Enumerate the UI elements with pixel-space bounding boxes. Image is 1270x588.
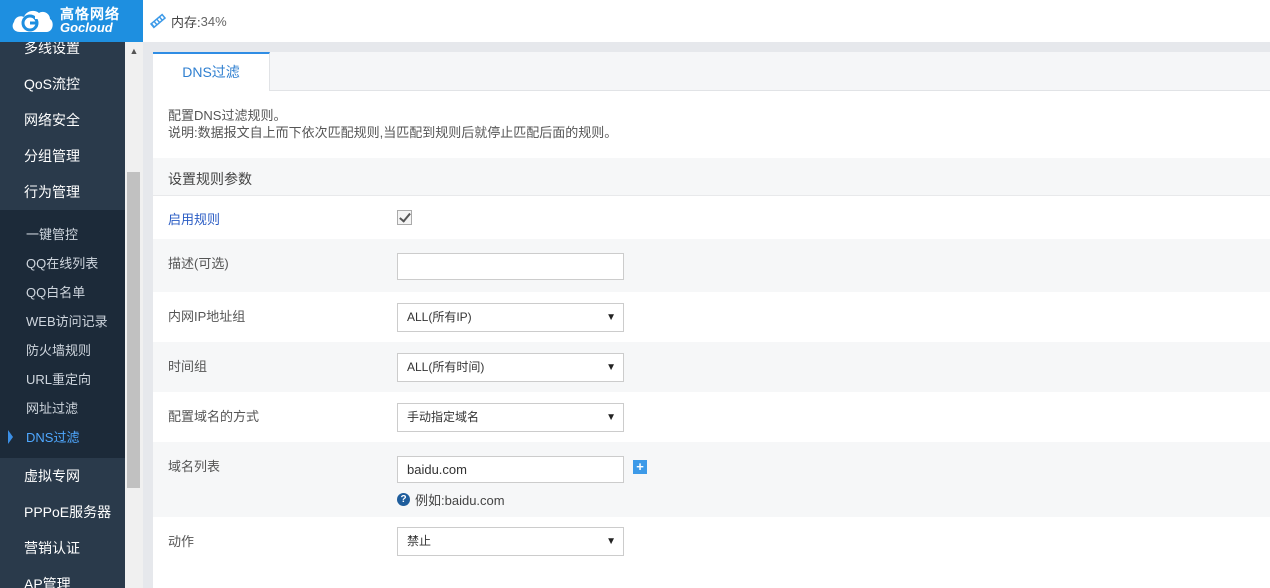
tab-dns-filter[interactable]: DNS过滤 (153, 52, 270, 91)
sidebar-subitem-url-filter[interactable]: 网址过滤 (0, 394, 125, 423)
sidebar-subitem-one-key-control[interactable]: 一键管控 (0, 220, 125, 249)
row-domain-mode: 配置域名的方式 手动指定域名 ▼ (153, 392, 1270, 442)
sidebar-subitem-firewall[interactable]: 防火墙规则 (0, 336, 125, 365)
content-panel: DNS过滤 配置DNS过滤规则。 说明:数据报文自上而下依次匹配规则,当匹配到规… (153, 52, 1270, 588)
section-header: 设置规则参数 (153, 158, 1270, 196)
ip-group-select[interactable]: ALL(所有IP) ▼ (397, 303, 624, 332)
sidebar-subitem-url-redirect[interactable]: URL重定向 (0, 365, 125, 394)
dropdown-arrow-icon: ▼ (606, 412, 616, 423)
tab-bar: DNS过滤 (153, 52, 1270, 91)
section-title: 设置规则参数 (168, 171, 252, 187)
intro-line-2: 说明:数据报文自上而下依次匹配规则,当匹配到规则后就停止匹配后面的规则。 (168, 125, 618, 140)
domain-hint: ? 例如:baidu.com (397, 490, 505, 509)
sidebar-item-qos[interactable]: QoS流控 (0, 66, 125, 102)
scroll-thumb[interactable] (127, 172, 140, 488)
sidebar-item-group-management[interactable]: 分组管理 (0, 138, 125, 174)
dropdown-arrow-icon: ▼ (606, 362, 616, 373)
sidebar-item-behavior-management[interactable]: 行为管理 (0, 174, 125, 210)
domain-list-label: 域名列表 (168, 459, 221, 474)
time-group-value: ALL(所有时间) (407, 360, 485, 374)
scroll-up-arrow-icon[interactable]: ▲ (125, 42, 143, 59)
enable-rule-label: 启用规则 (168, 212, 221, 227)
row-action: 动作 禁止 ▼ (153, 517, 1270, 567)
domain-mode-select[interactable]: 手动指定域名 ▼ (397, 403, 624, 432)
action-label: 动作 (168, 534, 195, 549)
ip-group-value: ALL(所有IP) (407, 310, 472, 324)
domain-list-input[interactable] (397, 456, 624, 483)
logo: 高恪网络 Gocloud (0, 0, 143, 42)
cloud-logo-icon (12, 10, 53, 32)
memory-icon (149, 13, 167, 29)
sidebar-item-marketing-auth[interactable]: 营销认证 (0, 530, 125, 566)
action-value: 禁止 (407, 534, 432, 548)
sidebar-submenu: 一键管控 QQ在线列表 QQ白名单 WEB访问记录 防火墙规则 URL重定向 网… (0, 210, 125, 458)
sidebar-scrollbar[interactable]: ▲ (125, 42, 143, 588)
domain-mode-label: 配置域名的方式 (168, 409, 260, 424)
time-group-label: 时间组 (168, 359, 208, 374)
row-domain-list: 域名列表 + ? 例如:baidu.com (153, 442, 1270, 517)
sidebar-item-pppoe-server[interactable]: PPPoE服务器 (0, 494, 125, 530)
sidebar-item-vpn[interactable]: 虚拟专网 (0, 458, 125, 494)
row-time-group: 时间组 ALL(所有时间) ▼ (153, 342, 1270, 392)
sidebar: 多线设置 QoS流控 网络安全 分组管理 行为管理 一键管控 QQ在线列表 QQ… (0, 0, 143, 588)
intro-line-1: 配置DNS过滤规则。 (168, 108, 287, 123)
sidebar-item-network-security[interactable]: 网络安全 (0, 102, 125, 138)
time-group-select[interactable]: ALL(所有时间) ▼ (397, 353, 624, 382)
sidebar-subitem-web-log[interactable]: WEB访问记录 (0, 307, 125, 336)
row-enable-rule: 启用规则 (153, 196, 1270, 239)
intro-text: 配置DNS过滤规则。 说明:数据报文自上而下依次匹配规则,当匹配到规则后就停止匹… (153, 91, 1270, 158)
add-domain-button[interactable]: + (633, 460, 647, 474)
domain-hint-text: 例如:baidu.com (415, 493, 505, 508)
sidebar-subitem-qq-online[interactable]: QQ在线列表 (0, 249, 125, 278)
memory-value: 34% (200, 13, 227, 29)
logo-text-en: Gocloud (60, 20, 113, 35)
sidebar-item-ap-management[interactable]: AP管理 (0, 566, 125, 588)
row-ip-group: 内网IP地址组 ALL(所有IP) ▼ (153, 292, 1270, 342)
ip-group-label: 内网IP地址组 (168, 309, 246, 324)
description-input[interactable] (397, 253, 624, 280)
sidebar-menu: 多线设置 QoS流控 网络安全 分组管理 行为管理 一键管控 QQ在线列表 QQ… (0, 30, 125, 588)
top-bar: 内存: 34% (143, 0, 1270, 42)
domain-mode-value: 手动指定域名 (407, 410, 480, 424)
help-icon: ? (397, 493, 410, 506)
memory-label: 内存: (171, 14, 201, 30)
dropdown-arrow-icon: ▼ (606, 536, 616, 547)
dropdown-arrow-icon: ▼ (606, 312, 616, 323)
description-label: 描述(可选) (168, 256, 229, 271)
sidebar-subitem-qq-whitelist[interactable]: QQ白名单 (0, 278, 125, 307)
sidebar-subitem-dns-filter[interactable]: DNS过滤 (0, 423, 125, 452)
row-description: 描述(可选) (153, 239, 1270, 292)
action-select[interactable]: 禁止 ▼ (397, 527, 624, 556)
enable-rule-checkbox[interactable] (397, 210, 412, 225)
